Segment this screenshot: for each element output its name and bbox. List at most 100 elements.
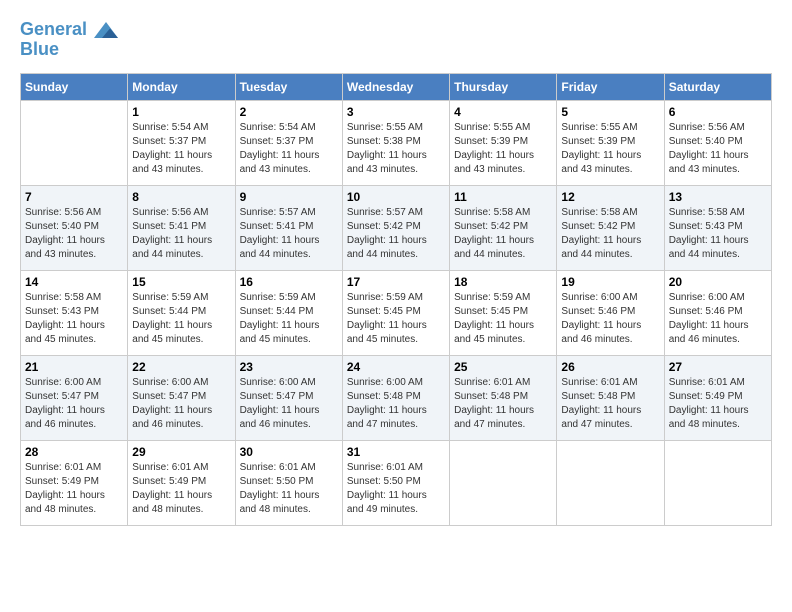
day-number: 18: [454, 275, 552, 289]
day-info: Sunrise: 5:59 AM Sunset: 5:45 PM Dayligh…: [347, 291, 445, 347]
day-number: 4: [454, 105, 552, 119]
day-number: 3: [347, 105, 445, 119]
day-number: 7: [25, 190, 123, 204]
day-info: Sunrise: 5:57 AM Sunset: 5:42 PM Dayligh…: [347, 206, 445, 262]
day-number: 11: [454, 190, 552, 204]
day-header-friday: Friday: [557, 73, 664, 100]
day-number: 17: [347, 275, 445, 289]
day-info: Sunrise: 5:55 AM Sunset: 5:38 PM Dayligh…: [347, 121, 445, 177]
calendar-cell: [21, 100, 128, 185]
calendar-cell: 9 Sunrise: 5:57 AM Sunset: 5:41 PM Daylig…: [235, 185, 342, 270]
calendar-cell: 18 Sunrise: 5:59 AM Sunset: 5:45 PM Dayli…: [450, 270, 557, 355]
day-info: Sunrise: 6:01 AM Sunset: 5:49 PM Dayligh…: [132, 461, 230, 517]
calendar-cell: 2 Sunrise: 5:54 AM Sunset: 5:37 PM Daylig…: [235, 100, 342, 185]
calendar-cell: 24 Sunrise: 6:00 AM Sunset: 5:48 PM Dayli…: [342, 355, 449, 440]
calendar-cell: 10 Sunrise: 5:57 AM Sunset: 5:42 PM Dayli…: [342, 185, 449, 270]
day-info: Sunrise: 6:01 AM Sunset: 5:48 PM Dayligh…: [454, 376, 552, 432]
day-number: 19: [561, 275, 659, 289]
day-number: 16: [240, 275, 338, 289]
day-number: 29: [132, 445, 230, 459]
day-info: Sunrise: 6:00 AM Sunset: 5:47 PM Dayligh…: [25, 376, 123, 432]
day-number: 20: [669, 275, 767, 289]
calendar-cell: 12 Sunrise: 5:58 AM Sunset: 5:42 PM Dayli…: [557, 185, 664, 270]
day-number: 22: [132, 360, 230, 374]
logo-line1: General: [20, 20, 118, 40]
calendar-cell: 26 Sunrise: 6:01 AM Sunset: 5:48 PM Dayli…: [557, 355, 664, 440]
day-number: 14: [25, 275, 123, 289]
day-info: Sunrise: 5:58 AM Sunset: 5:43 PM Dayligh…: [25, 291, 123, 347]
day-info: Sunrise: 5:56 AM Sunset: 5:40 PM Dayligh…: [669, 121, 767, 177]
day-info: Sunrise: 5:58 AM Sunset: 5:43 PM Dayligh…: [669, 206, 767, 262]
day-number: 31: [347, 445, 445, 459]
calendar-cell: 3 Sunrise: 5:55 AM Sunset: 5:38 PM Daylig…: [342, 100, 449, 185]
day-number: 9: [240, 190, 338, 204]
calendar-cell: 13 Sunrise: 5:58 AM Sunset: 5:43 PM Dayli…: [664, 185, 771, 270]
day-header-sunday: Sunday: [21, 73, 128, 100]
day-info: Sunrise: 5:59 AM Sunset: 5:44 PM Dayligh…: [240, 291, 338, 347]
day-number: 24: [347, 360, 445, 374]
calendar-table: SundayMondayTuesdayWednesdayThursdayFrid…: [20, 73, 772, 526]
day-info: Sunrise: 5:59 AM Sunset: 5:44 PM Dayligh…: [132, 291, 230, 347]
calendar-cell: 30Sunrise: 6:01 AM Sunset: 5:50 PM Dayli…: [235, 440, 342, 525]
day-number: 26: [561, 360, 659, 374]
day-number: 27: [669, 360, 767, 374]
day-header-monday: Monday: [128, 73, 235, 100]
day-info: Sunrise: 6:01 AM Sunset: 5:48 PM Dayligh…: [561, 376, 659, 432]
calendar-cell: 28 Sunrise: 6:01 AM Sunset: 5:49 PM Dayli…: [21, 440, 128, 525]
day-number: 12: [561, 190, 659, 204]
day-number: 6: [669, 105, 767, 119]
day-info: Sunrise: 6:00 AM Sunset: 5:47 PM Dayligh…: [132, 376, 230, 432]
calendar-cell: 16 Sunrise: 5:59 AM Sunset: 5:44 PM Dayli…: [235, 270, 342, 355]
day-info: Sunrise: 5:55 AM Sunset: 5:39 PM Dayligh…: [561, 121, 659, 177]
day-info: Sunrise: 5:59 AM Sunset: 5:45 PM Dayligh…: [454, 291, 552, 347]
day-header-saturday: Saturday: [664, 73, 771, 100]
calendar-cell: 15 Sunrise: 5:59 AM Sunset: 5:44 PM Dayli…: [128, 270, 235, 355]
day-number: 2: [240, 105, 338, 119]
day-header-wednesday: Wednesday: [342, 73, 449, 100]
calendar-cell: [664, 440, 771, 525]
calendar-cell: 19 Sunrise: 6:00 AM Sunset: 5:46 PM Dayli…: [557, 270, 664, 355]
day-info: Sunrise: 6:01 AM Sunset: 5:49 PM Dayligh…: [25, 461, 123, 517]
day-number: 23: [240, 360, 338, 374]
day-info: Sunrise: 5:56 AM Sunset: 5:40 PM Dayligh…: [25, 206, 123, 262]
calendar-cell: [450, 440, 557, 525]
day-info: Sunrise: 6:01 AM Sunset: 5:50 PM Dayligh…: [347, 461, 445, 517]
day-info: Sunrise: 5:54 AM Sunset: 5:37 PM Dayligh…: [240, 121, 338, 177]
day-number: 21: [25, 360, 123, 374]
day-number: 15: [132, 275, 230, 289]
day-info: Sunrise: 5:54 AM Sunset: 5:37 PM Dayligh…: [132, 121, 230, 177]
calendar-cell: 6 Sunrise: 5:56 AM Sunset: 5:40 PM Daylig…: [664, 100, 771, 185]
day-info: Sunrise: 6:00 AM Sunset: 5:46 PM Dayligh…: [669, 291, 767, 347]
day-info: Sunrise: 5:58 AM Sunset: 5:42 PM Dayligh…: [454, 206, 552, 262]
calendar-cell: 7 Sunrise: 5:56 AM Sunset: 5:40 PM Daylig…: [21, 185, 128, 270]
logo: General Blue: [20, 20, 118, 60]
calendar-cell: 4 Sunrise: 5:55 AM Sunset: 5:39 PM Daylig…: [450, 100, 557, 185]
day-info: Sunrise: 5:58 AM Sunset: 5:42 PM Dayligh…: [561, 206, 659, 262]
calendar-cell: 21 Sunrise: 6:00 AM Sunset: 5:47 PM Dayli…: [21, 355, 128, 440]
day-number: 5: [561, 105, 659, 119]
day-info: Sunrise: 5:55 AM Sunset: 5:39 PM Dayligh…: [454, 121, 552, 177]
day-info: Sunrise: 6:01 AM Sunset: 5:49 PM Dayligh…: [669, 376, 767, 432]
day-info: Sunrise: 6:00 AM Sunset: 5:48 PM Dayligh…: [347, 376, 445, 432]
day-number: 25: [454, 360, 552, 374]
day-info: Sunrise: 5:56 AM Sunset: 5:41 PM Dayligh…: [132, 206, 230, 262]
logo-line2: Blue: [20, 40, 118, 60]
day-header-thursday: Thursday: [450, 73, 557, 100]
day-number: 13: [669, 190, 767, 204]
calendar-cell: 27 Sunrise: 6:01 AM Sunset: 5:49 PM Dayli…: [664, 355, 771, 440]
calendar-cell: 25 Sunrise: 6:01 AM Sunset: 5:48 PM Dayli…: [450, 355, 557, 440]
day-header-tuesday: Tuesday: [235, 73, 342, 100]
day-info: Sunrise: 6:00 AM Sunset: 5:46 PM Dayligh…: [561, 291, 659, 347]
calendar-cell: [557, 440, 664, 525]
calendar-cell: 31 Sunrise: 6:01 AM Sunset: 5:50 PM Dayli…: [342, 440, 449, 525]
day-number: 1: [132, 105, 230, 119]
calendar-cell: 17 Sunrise: 5:59 AM Sunset: 5:45 PM Dayli…: [342, 270, 449, 355]
day-info: Sunrise: 6:01 AM Sunset: 5:50 PM Dayligh…: [240, 461, 338, 517]
day-number: 10: [347, 190, 445, 204]
day-info: Sunrise: 5:57 AM Sunset: 5:41 PM Dayligh…: [240, 206, 338, 262]
day-number: 28: [25, 445, 123, 459]
calendar-cell: 5 Sunrise: 5:55 AM Sunset: 5:39 PM Daylig…: [557, 100, 664, 185]
calendar-cell: 11 Sunrise: 5:58 AM Sunset: 5:42 PM Dayli…: [450, 185, 557, 270]
calendar-cell: 22 Sunrise: 6:00 AM Sunset: 5:47 PM Dayli…: [128, 355, 235, 440]
calendar-cell: 23Sunrise: 6:00 AM Sunset: 5:47 PM Dayli…: [235, 355, 342, 440]
